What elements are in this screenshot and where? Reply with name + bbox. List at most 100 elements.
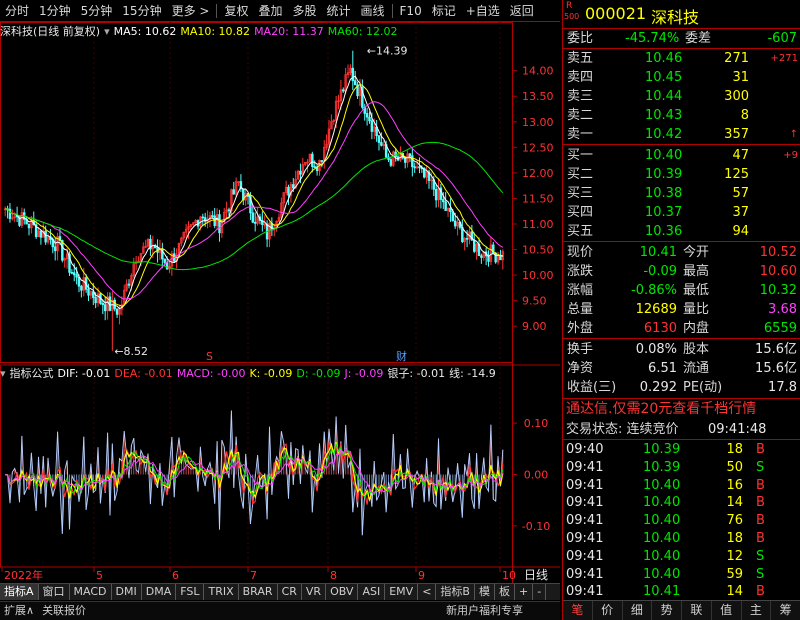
x-tick-label: 5	[96, 569, 103, 582]
quote-tab[interactable]: 筹	[771, 601, 800, 620]
indicator-tab[interactable]: MACD	[70, 584, 112, 600]
promo-row[interactable]: 通达信.仅需20元查看千档行情	[563, 401, 800, 418]
indicator-tab[interactable]: 模	[475, 584, 495, 600]
chevron-icon[interactable]: ▾	[104, 25, 110, 38]
trade-status-time: 09:41:48	[708, 422, 767, 437]
indicator-tab[interactable]: +	[515, 584, 534, 600]
period-label[interactable]: 日线	[524, 568, 548, 582]
stats-row: 现价 10.41 今开 10.52	[563, 244, 800, 261]
toolbar-item[interactable]: 更多 >	[167, 0, 215, 22]
tick-price: 10.39	[643, 459, 681, 475]
finance-marker[interactable]: 财	[396, 349, 407, 363]
toolbar-item[interactable]: 15分钟	[117, 0, 166, 22]
quote-tab[interactable]: 笔	[563, 601, 593, 620]
toolbar-item[interactable]: +自选	[461, 0, 505, 22]
tick-side: B	[756, 477, 765, 493]
indicator-tab[interactable]: 指标B	[436, 584, 475, 600]
toolbar-item[interactable]: 分时	[0, 0, 34, 22]
tick-price: 10.40	[643, 531, 681, 546]
trade-status-row: 交易状态: 连续竞价 09:41:48	[563, 421, 800, 438]
quote-tab[interactable]: 主	[742, 601, 772, 620]
ext-item[interactable]: 新用户福利专享	[442, 602, 527, 620]
quote-tab[interactable]: 价	[593, 601, 623, 620]
kline-chart[interactable]: 14.00 13.50 13.00 12.50 12.00 11.50 11.00 10.50…	[0, 22, 560, 583]
ma-label: MA60: 12.02	[327, 24, 398, 38]
candle-body	[101, 302, 105, 305]
toolbar-item[interactable]: 画线	[356, 0, 390, 22]
indicator-tab[interactable]: 窗口	[39, 584, 70, 600]
toolbar-item[interactable]: 标记	[427, 0, 461, 22]
indicator-name[interactable]: 指标公式	[10, 365, 54, 381]
toolbar-item[interactable]: 叠加	[253, 0, 287, 22]
toolbar-separator	[216, 3, 218, 18]
candle-body	[313, 166, 316, 168]
quote-tab[interactable]: 值	[712, 601, 742, 620]
tick-price: 10.41	[643, 584, 681, 600]
indicator-tab[interactable]: DMA	[142, 584, 177, 600]
tick-side: B	[756, 495, 765, 511]
tick-price: 10.40	[643, 513, 681, 529]
book-price: 10.44	[645, 89, 683, 104]
stat-value: 6.51	[648, 361, 677, 376]
tick-price: 10.39	[643, 442, 681, 457]
indicator-dropdown-icon[interactable]: ▾	[0, 367, 6, 380]
candle-body	[87, 289, 90, 296]
tick-time: 09:41	[566, 495, 604, 511]
candle-body	[53, 246, 57, 252]
quote-tab[interactable]: 细	[623, 601, 653, 620]
r-badge: R	[566, 1, 573, 11]
toolbar-item[interactable]: F10	[395, 0, 427, 22]
candle-body	[311, 153, 314, 167]
s-marker[interactable]: S	[206, 350, 213, 363]
ma5-line	[5, 75, 504, 310]
indicator-tab[interactable]: DMI	[112, 584, 142, 600]
candle-body	[377, 135, 381, 143]
ext-item[interactable]: 关联报价	[38, 602, 90, 620]
ind-y-tick-label: 0.10	[524, 417, 549, 430]
divider	[563, 28, 800, 29]
indicator-tab[interactable]: ASI	[358, 584, 386, 600]
stock-header: R 500 000021 深科技	[563, 0, 800, 28]
toolbar-item[interactable]: 复权	[219, 0, 253, 22]
stat-label: 总量	[567, 302, 594, 317]
indicator-tab[interactable]: CR	[278, 584, 302, 600]
candle-body	[94, 297, 97, 304]
toolbar-item[interactable]: 1分钟	[34, 0, 76, 22]
tick-price: 10.40	[643, 477, 681, 493]
stock-code: 000021	[585, 4, 647, 23]
book-row: 卖二 10.43 8	[563, 107, 800, 124]
stat-label: 现价	[567, 245, 594, 260]
stat-value: -0.86%	[631, 283, 677, 298]
toolbar-item[interactable]: 5分钟	[76, 0, 118, 22]
toolbar-item[interactable]: 返回	[505, 0, 539, 22]
quote-tab[interactable]: 势	[652, 601, 682, 620]
indicator-tab[interactable]: TRIX	[204, 584, 239, 600]
stat-value: 15.6亿	[755, 361, 797, 376]
indicator-tab[interactable]: VR	[302, 584, 327, 600]
quote-tab[interactable]: 联	[682, 601, 712, 620]
candle-body	[44, 230, 47, 243]
indicator-tab[interactable]: FSL	[176, 584, 205, 600]
indicator-tab[interactable]: BRAR	[239, 584, 278, 600]
y-tick-label: 13.00	[522, 116, 554, 129]
quote-panel: R 500 000021 深科技 委比 -45.74% 委差 -607 卖五 10…	[562, 0, 800, 620]
book-row: 卖三 10.44 300	[563, 88, 800, 105]
candle-body	[232, 189, 236, 195]
book-label: 买二	[567, 167, 594, 182]
toolbar-item[interactable]: 统计	[322, 0, 356, 22]
stat-label: 股本	[683, 342, 710, 357]
tick-row: 09:41 10.41 14 B	[563, 583, 800, 600]
indicator-tab[interactable]: 指标A	[0, 584, 39, 600]
ext-item[interactable]: 扩展∧	[0, 602, 38, 620]
indicator-tab[interactable]: <	[418, 584, 437, 600]
toolbar-item[interactable]: 多股	[287, 0, 321, 22]
indicator-tab[interactable]: -	[533, 584, 547, 600]
book-label: 卖四	[567, 70, 594, 85]
indicator-tab[interactable]: EMV	[385, 584, 419, 600]
indicator-tab[interactable]: 板	[495, 584, 515, 600]
promo-link[interactable]: 通达信.仅需20元查看千档行情	[566, 401, 756, 418]
indicator-value: 线: -14.9	[449, 367, 496, 380]
indicator-tab[interactable]: OBV	[326, 584, 359, 600]
tick-time: 09:41	[566, 531, 604, 546]
candle-body	[389, 159, 393, 166]
